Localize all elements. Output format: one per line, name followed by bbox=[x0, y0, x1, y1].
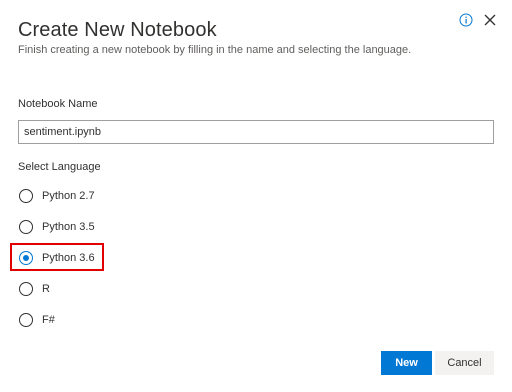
dialog-subtitle: Finish creating a new notebook by fillin… bbox=[18, 44, 412, 56]
create-notebook-dialog: Create New Notebook Finish creating a ne… bbox=[0, 0, 512, 392]
radio-label: F# bbox=[42, 314, 55, 326]
radio-label: Python 3.5 bbox=[42, 221, 95, 233]
cancel-button[interactable]: Cancel bbox=[435, 351, 494, 375]
radio-button-icon[interactable] bbox=[19, 313, 33, 327]
notebook-name-label: Notebook Name bbox=[18, 98, 98, 110]
radio-python-3-5[interactable]: Python 3.5 bbox=[19, 219, 95, 235]
info-icon[interactable] bbox=[459, 13, 473, 27]
new-button[interactable]: New bbox=[381, 351, 432, 375]
radio-button-icon[interactable] bbox=[19, 220, 33, 234]
dialog-title: Create New Notebook bbox=[18, 19, 217, 41]
radio-python-2-7[interactable]: Python 2.7 bbox=[19, 188, 95, 204]
radio-button-icon[interactable] bbox=[19, 189, 33, 203]
radio-label: R bbox=[42, 283, 50, 295]
close-icon[interactable] bbox=[483, 13, 497, 27]
radio-r[interactable]: R bbox=[19, 281, 50, 297]
select-language-label: Select Language bbox=[18, 161, 101, 173]
radio-button-icon[interactable] bbox=[19, 282, 33, 296]
selection-highlight-box bbox=[10, 243, 104, 271]
radio-f-sharp[interactable]: F# bbox=[19, 312, 55, 328]
notebook-name-input[interactable] bbox=[18, 120, 494, 144]
radio-label: Python 2.7 bbox=[42, 190, 95, 202]
